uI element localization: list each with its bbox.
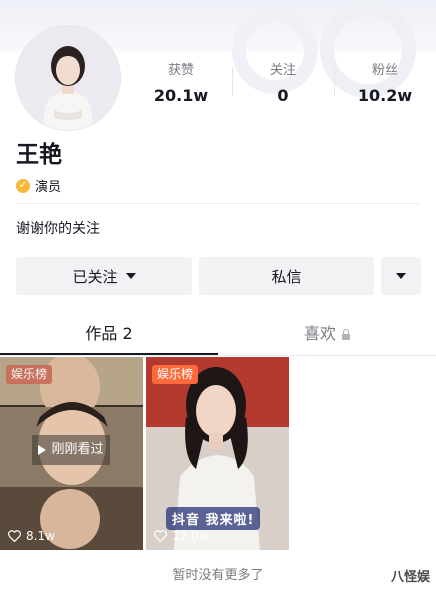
message-button[interactable]: 私信 <box>199 257 374 295</box>
stat-followers[interactable]: 粉丝 10.2w <box>334 62 436 107</box>
video-likes-count: 8.1w <box>26 529 55 543</box>
avatar[interactable] <box>16 26 120 130</box>
tab-likes[interactable]: 喜欢 <box>218 312 436 356</box>
video-caption: 抖音 我来啦! <box>166 507 261 530</box>
message-button-label: 私信 <box>271 267 302 286</box>
video-likes: 12.0w <box>154 529 209 543</box>
followed-button[interactable]: 已关注 <box>16 257 192 295</box>
heart-icon <box>8 530 21 542</box>
verification-label: 演员 <box>35 180 62 195</box>
divider <box>0 355 436 356</box>
stat-value: 0 <box>277 86 289 105</box>
video-tag: 娱乐榜 <box>152 365 199 384</box>
tab-works-label: 作品 2 <box>85 324 133 343</box>
stat-following[interactable]: 关注 0 <box>232 62 334 107</box>
stat-value: 20.1w <box>153 86 209 105</box>
verified-check-icon: ✓ <box>16 178 30 193</box>
more-options-button[interactable] <box>381 257 421 295</box>
followed-button-label: 已关注 <box>72 267 118 286</box>
tab-likes-label: 喜欢 <box>303 324 336 343</box>
heart-icon <box>154 530 167 542</box>
stat-label: 获赞 <box>167 63 194 78</box>
caret-down-icon <box>396 273 406 279</box>
stat-value: 10.2w <box>357 86 413 105</box>
video-thumbnail[interactable]: 娱乐榜 刚刚看过 8.1w <box>0 357 143 550</box>
profile-tabs: 作品 2 喜欢 <box>0 312 436 356</box>
stat-label: 粉丝 <box>371 63 398 78</box>
stat-label: 关注 <box>269 63 296 78</box>
caret-down-icon <box>125 273 136 279</box>
video-tag: 娱乐榜 <box>6 365 53 384</box>
verification-row: ✓ 演员 <box>16 176 61 195</box>
play-icon <box>38 445 47 455</box>
profile-stats: 获赞 20.1w 关注 0 粉丝 10.2w <box>130 62 436 107</box>
video-likes: 8.1w <box>8 529 55 543</box>
video-thumbnail[interactable]: 娱乐榜 抖音 我来啦! 12.0w <box>146 357 289 550</box>
no-more-content-text: 暂时没有更多了 <box>172 568 264 583</box>
recently-watched-label: 刚刚看过 <box>51 442 104 457</box>
recently-watched-badge: 刚刚看过 <box>32 435 110 465</box>
lock-icon <box>342 329 350 340</box>
video-likes-count: 12.0w <box>172 529 209 543</box>
tab-works[interactable]: 作品 2 <box>0 312 218 356</box>
divider <box>16 203 420 204</box>
profile-name: 王艳 <box>16 142 62 168</box>
stat-likes[interactable]: 获赞 20.1w <box>130 62 232 107</box>
watermark: 八怪娱 <box>390 570 430 585</box>
profile-bio: 谢谢你的关注 <box>16 221 100 237</box>
